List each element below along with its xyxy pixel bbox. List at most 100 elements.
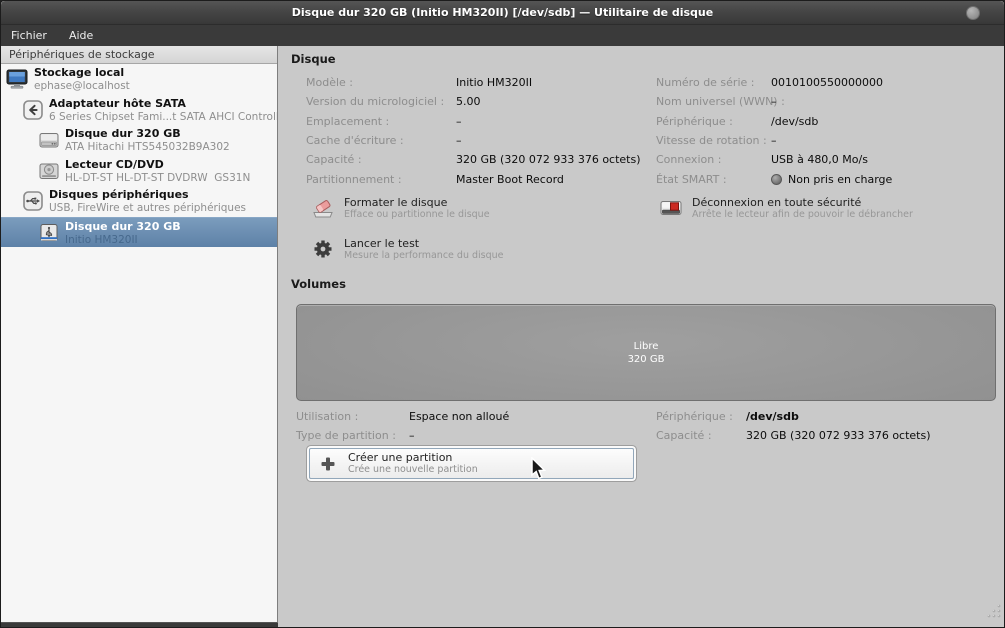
field-label: Utilisation : [296,410,409,423]
field-row: Nom universel (WWN) :– [656,92,892,111]
benchmark-button[interactable]: Lancer le test Mesure la performance du … [311,237,504,262]
field-label: Numéro de série : [656,76,771,89]
field-value: Initio HM320II [456,76,532,89]
harddisk-icon [38,129,60,151]
field-value: 0010100550000000 [771,76,883,89]
computer-icon [6,68,28,90]
device-title: Disques périphériques [49,188,246,202]
field-value: – [456,134,462,147]
field-label: État SMART : [656,173,771,186]
create-partition-title: Créer une partition [348,451,478,464]
field-label: Modèle : [306,76,456,89]
plus-icon [320,456,336,472]
field-value: – [456,115,462,128]
device-title: Adaptateur hôte SATA [49,97,277,111]
action-subtitle: Mesure la performance du disque [344,250,504,262]
format-disk-button[interactable]: Formater le disque Efface ou partitionne… [311,196,490,221]
sidebar-item-sata-adapter[interactable]: Adaptateur hôte SATA 6 Series Chipset Fa… [1,95,277,126]
device-title: Disque dur 320 GB [65,220,181,234]
field-row: Numéro de série :0010100550000000 [656,73,892,92]
device-title: Stockage local [34,66,130,80]
field-value: USB à 480,0 Mo/s [771,153,868,166]
device-subtitle: Initio HM320II [65,234,181,247]
disk-section-title: Disque [291,52,336,66]
sata-adapter-icon [22,99,44,121]
field-label: Capacité : [656,429,746,442]
free-volume-segment[interactable]: Libre 320 GB [296,304,996,401]
format-eraser-icon [311,196,335,220]
device-title: Disque dur 320 GB [65,127,230,141]
device-subtitle: HL-DT-ST HL-DT-ST DVDRW GS31N [65,172,250,185]
device-subtitle: 6 Series Chipset Fami...t SATA AHCI Cont… [49,111,277,124]
field-label: Nom universel (WWN) : [656,95,771,108]
usb-icon [22,190,44,212]
field-row: Vitesse de rotation :– [656,131,892,150]
device-subtitle: USB, FireWire et autres périphériques [49,202,246,215]
sidebar: Périphériques de stockage Stockage local… [1,46,278,623]
menu-help[interactable]: Aide [69,25,93,46]
field-row: Modèle :Initio HM320II [306,73,641,92]
gear-icon [311,237,335,261]
field-value: /dev/sdb [746,410,799,423]
create-partition-button[interactable]: Créer une partition Crée une nouvelle pa… [309,448,634,479]
action-subtitle: Arrête le lecteur afin de pouvoir le déb… [692,209,913,221]
disk-fields-right: Numéro de série :0010100550000000 Nom un… [656,73,892,189]
sidebar-bottom-frame [1,623,278,628]
safe-removal-button[interactable]: Déconnexion en toute sécurité Arrête le … [659,196,913,221]
field-row: Emplacement :– [306,112,641,131]
sidebar-item-optical-drive[interactable]: Lecteur CD/DVD HL-DT-ST HL-DT-ST DVDRW G… [1,156,277,187]
optical-drive-icon [38,160,60,182]
sidebar-item-peripheral-devices[interactable]: Disques périphériques USB, FireWire et a… [1,186,277,217]
field-row: Périphérique :/dev/sdb [656,112,892,131]
titlebar[interactable]: Disque dur 320 GB (Initio HM320II) [/dev… [1,1,1004,25]
disk-fields-left: Modèle :Initio HM320II Version du microl… [306,73,641,189]
field-value: 320 GB (320 072 933 376 octets) [456,153,641,166]
field-value: – [409,429,415,442]
smart-status-value: Non pris en charge [788,173,892,186]
field-row: Partitionnement :Master Boot Record [306,169,641,188]
field-row: Type de partition :– [296,426,509,445]
field-row: Connexion :USB à 480,0 Mo/s [656,150,892,169]
field-value: – [771,134,777,147]
window-control-button[interactable] [966,6,980,20]
field-label: Cache d'écriture : [306,134,456,147]
volume-size: 320 GB [628,353,665,366]
device-subtitle: ATA Hitachi HTS545032B9A302 [65,141,230,154]
main-panel: Disque Modèle :Initio HM320II Version du… [278,46,1005,628]
field-row: Utilisation :Espace non alloué [296,407,509,426]
sidebar-item-local-storage[interactable]: Stockage local ephase@localhost [1,64,277,95]
action-title: Déconnexion en toute sécurité [692,196,913,209]
action-title: Formater le disque [344,196,490,209]
field-value: – [771,95,777,108]
field-label: Version du micrologiciel : [306,95,456,108]
resize-grip[interactable] [986,603,1002,623]
field-value: Espace non alloué [409,410,509,423]
field-value: /dev/sdb [771,115,818,128]
sidebar-header: Périphériques de stockage [1,46,277,64]
field-row: Capacité :320 GB (320 072 933 376 octets… [306,150,641,169]
field-value: 320 GB (320 072 933 376 octets) [746,429,931,442]
device-subtitle: ephase@localhost [34,80,130,93]
field-value: 5.00 [456,95,481,108]
field-label: Partitionnement : [306,173,456,186]
device-title: Lecteur CD/DVD [65,158,250,172]
field-row: Périphérique :/dev/sdb [656,407,931,426]
field-label: Périphérique : [656,115,771,128]
volume-name: Libre [634,340,659,353]
field-row: Cache d'écriture :– [306,131,641,150]
create-partition-subtitle: Crée une nouvelle partition [348,464,478,476]
menu-file[interactable]: Fichier [11,25,47,46]
field-label: Connexion : [656,153,771,166]
menubar: Fichier Aide [1,25,1004,46]
field-row: État SMART : Non pris en charge [656,169,892,188]
smart-status-dot [771,174,782,185]
field-label: Type de partition : [296,429,409,442]
field-value: Master Boot Record [456,173,564,186]
sidebar-item-internal-harddisk[interactable]: Disque dur 320 GB ATA Hitachi HTS545032B… [1,125,277,156]
field-label: Emplacement : [306,115,456,128]
sidebar-item-usb-harddisk-selected[interactable]: Disque dur 320 GB Initio HM320II [1,217,277,248]
device-tree: Stockage local ephase@localhost Adaptate… [1,64,277,247]
field-label: Périphérique : [656,410,746,423]
action-title: Lancer le test [344,237,504,250]
action-subtitle: Efface ou partitionne le disque [344,209,490,221]
